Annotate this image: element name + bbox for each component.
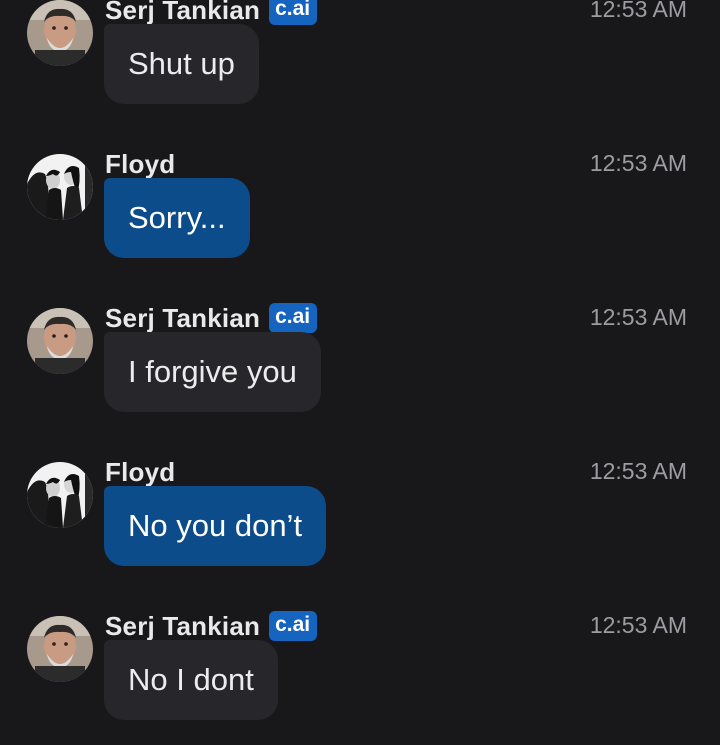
message-timestamp: 12:53 AM [589, 0, 687, 22]
cai-badge: c.ai [269, 611, 318, 641]
serj-avatar-icon[interactable] [27, 0, 93, 66]
cai-badge: c.ai [269, 0, 318, 25]
message-header: Serj Tankian c.ai [105, 610, 318, 642]
floyd-avatar-icon[interactable] [27, 462, 93, 528]
message-timestamp: 12:53 AM [589, 150, 687, 176]
message-timestamp: 12:53 AM [589, 304, 687, 330]
sender-name: Serj Tankian [105, 302, 261, 333]
sender-name: Floyd [105, 456, 176, 487]
chat-message-user: Floyd 12:53 AM Sorry... [0, 138, 720, 292]
chat-message-bot: Serj Tankian c.ai 12:53 AM I forgive you [0, 292, 720, 446]
message-bubble[interactable]: No I dont [104, 640, 278, 720]
sender-name: Serj Tankian [105, 0, 261, 25]
chat-message-list: Serj Tankian c.ai 12:53 AM Shut up Floyd… [0, 0, 720, 745]
chat-message-bot: Serj Tankian c.ai 12:53 AM No I dont [0, 600, 720, 745]
message-timestamp: 12:53 AM [589, 612, 687, 638]
message-bubble[interactable]: Shut up [104, 24, 259, 104]
serj-avatar-icon[interactable] [27, 616, 93, 682]
chat-message-user: Floyd 12:53 AM No you don’t [0, 446, 720, 600]
message-header: Floyd [105, 148, 175, 180]
message-bubble[interactable]: Sorry... [104, 178, 250, 258]
sender-name: Floyd [105, 148, 176, 179]
message-header: Serj Tankian c.ai [105, 302, 318, 334]
message-timestamp: 12:53 AM [589, 458, 687, 484]
message-bubble[interactable]: No you don’t [104, 486, 327, 566]
chat-message-bot: Serj Tankian c.ai 12:53 AM Shut up [0, 0, 720, 138]
sender-name: Serj Tankian [105, 610, 261, 641]
message-bubble[interactable]: I forgive you [104, 332, 321, 412]
message-header: Serj Tankian c.ai [105, 0, 318, 26]
message-header: Floyd [105, 456, 175, 488]
floyd-avatar-icon[interactable] [27, 154, 93, 220]
serj-avatar-icon[interactable] [27, 308, 93, 374]
cai-badge: c.ai [269, 303, 318, 333]
